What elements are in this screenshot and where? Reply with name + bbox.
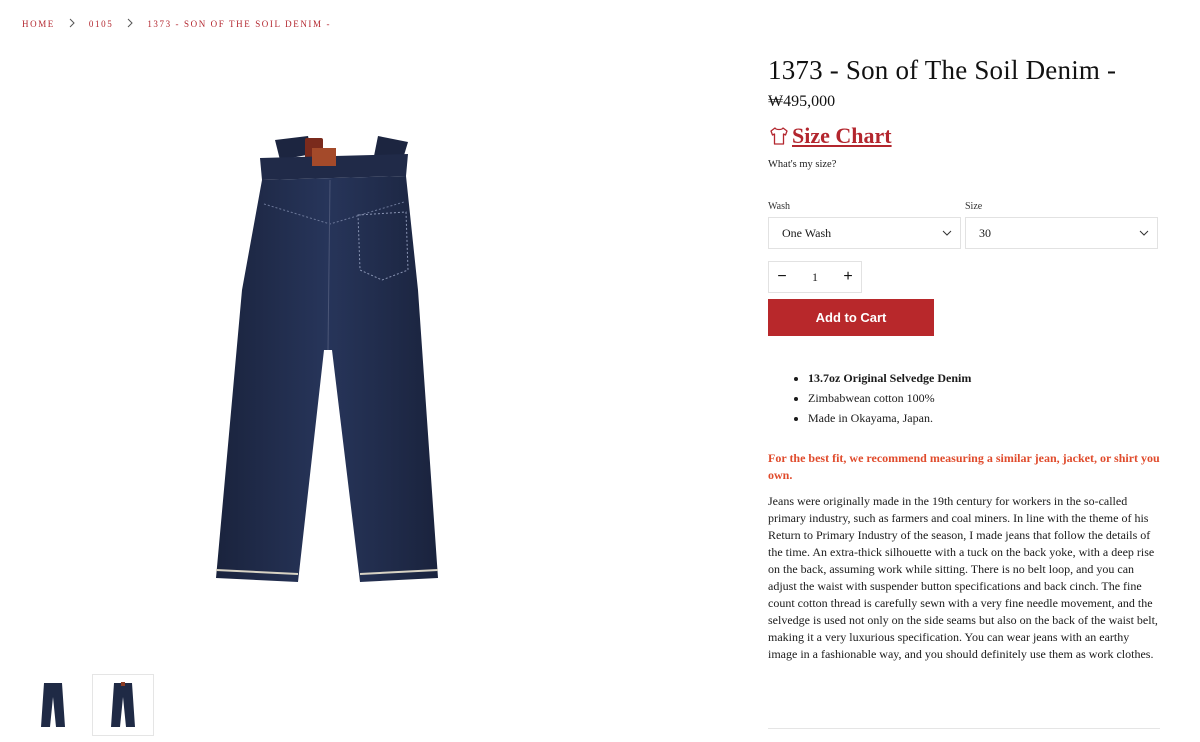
feature-item: 13.7oz Original Selvedge Denim — [808, 368, 1160, 388]
size-label: Size — [965, 201, 983, 212]
feature-item: Zimbabwean cotton 100% — [808, 388, 1160, 408]
feature-item: Made in Okayama, Japan. — [808, 408, 1160, 428]
quantity-input[interactable]: 1 — [800, 270, 830, 285]
quantity-decrease-button[interactable]: − — [769, 262, 795, 292]
chevron-down-icon — [1139, 230, 1149, 236]
chevron-right-icon — [67, 18, 77, 28]
wash-label: Wash — [768, 201, 790, 212]
add-to-cart-button[interactable]: Add to Cart — [768, 299, 934, 336]
product-info: 1373 - Son of The Soil Denim - ₩495,000 … — [768, 52, 1160, 663]
quantity-stepper: − 1 + — [768, 261, 862, 293]
size-chart-label: Size Chart — [792, 123, 892, 148]
wash-option: Wash One Wash — [768, 201, 961, 249]
feature-list: 13.7oz Original Selvedge Denim Zimbabwea… — [768, 368, 1160, 428]
wash-select[interactable]: One Wash — [768, 217, 961, 249]
chevron-right-icon — [125, 18, 135, 28]
breadcrumb-current: 1373 - SON OF THE SOIL DENIM - — [147, 19, 332, 29]
breadcrumb-collection[interactable]: 0105 — [89, 19, 113, 29]
thumbnail-front[interactable] — [22, 674, 84, 736]
size-option: Size 30 — [965, 201, 1158, 249]
size-help-text: What's my size? — [768, 159, 837, 170]
product-description: Jeans were originally made in the 19th c… — [768, 494, 1158, 661]
size-select[interactable]: 30 — [965, 217, 1158, 249]
product-main-image[interactable] — [180, 120, 480, 600]
chevron-down-icon — [942, 230, 952, 236]
product-price: ₩495,000 — [768, 93, 836, 110]
fit-note: For the best fit, we recommend measuring… — [768, 451, 1160, 482]
product-title: 1373 - Son of The Soil Denim - — [768, 55, 1117, 85]
quantity-increase-button[interactable]: + — [835, 262, 861, 292]
divider — [768, 728, 1160, 729]
wash-value: One Wash — [782, 225, 832, 240]
shirt-icon — [770, 127, 788, 145]
breadcrumb: HOME 0105 1373 - SON OF THE SOIL DENIM - — [22, 18, 332, 29]
breadcrumb-home[interactable]: HOME — [22, 19, 55, 29]
variant-options: Wash One Wash Size 30 — [768, 201, 1160, 249]
size-chart-link[interactable]: Size Chart — [768, 123, 1160, 149]
size-value: 30 — [979, 225, 991, 240]
thumbnail-back[interactable] — [92, 674, 154, 736]
thumbnail-strip — [22, 674, 154, 736]
